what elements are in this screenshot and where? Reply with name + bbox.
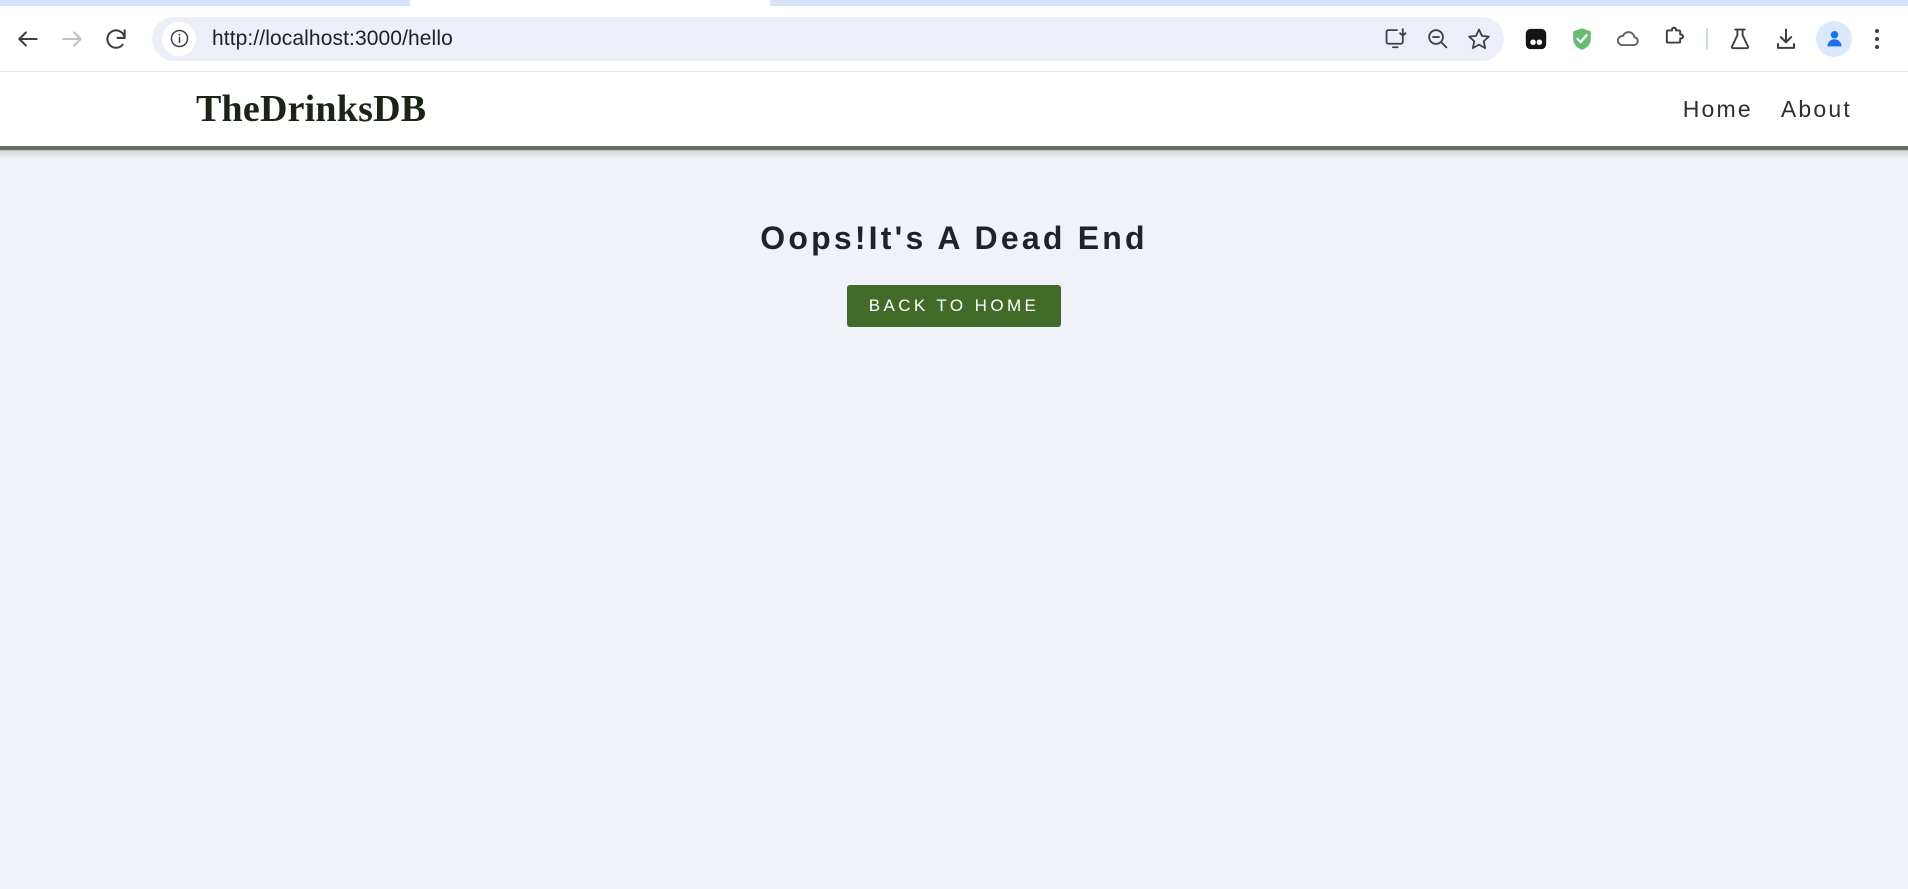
nav-link-about[interactable]: About [1781,96,1852,123]
zoom-out-button[interactable] [1416,18,1458,60]
chrome-labs-flask-icon [1730,28,1750,49]
back-button[interactable] [6,17,50,61]
zoom-out-icon [1427,29,1447,49]
browser-window: http://localhost:3000/hello TheDrinksDB … [0,0,1908,889]
chrome-menu-button[interactable] [1860,17,1894,61]
site-brand[interactable]: TheDrinksDB [196,90,426,128]
forward-button[interactable] [50,17,94,61]
extension-area [1514,17,1894,61]
address-bar-actions [1374,17,1504,61]
adguard-shield-icon [1573,27,1591,50]
extension-dark-square-icon [1525,28,1547,49]
chrome-labs-button[interactable] [1718,17,1762,61]
back-to-home-button[interactable]: Back To Home [846,285,1062,327]
menu-dot [1875,44,1879,49]
nav-link-home[interactable]: Home [1683,96,1753,123]
page-viewport: TheDrinksDB Home About Oops!It's A Dead … [0,72,1908,889]
extension-dark-square-button[interactable] [1514,17,1558,61]
menu-dot [1875,28,1879,33]
menu-dot [1875,36,1879,41]
adguard-shield-button[interactable] [1560,17,1604,61]
downloads-button[interactable] [1764,17,1808,61]
profile-avatar-icon [1826,31,1842,47]
cloud-icon [1616,30,1639,46]
error-heading: Oops!It's A Dead End [760,220,1148,256]
cloud-extension-button[interactable] [1606,17,1650,61]
site-info-button[interactable] [162,21,196,56]
puzzle-extensions-icon [1665,26,1684,44]
page-content: Oops!It's A Dead End Back To Home [0,150,1908,889]
address-bar-url: http://localhost:3000/hello [212,26,453,50]
install-app-icon [1385,28,1406,49]
reload-icon [106,28,126,49]
bookmark-button[interactable] [1458,18,1500,60]
address-bar[interactable]: http://localhost:3000/hello [152,16,1504,61]
site-navigation: Home About [1683,96,1852,123]
browser-toolbar: http://localhost:3000/hello [0,6,1908,72]
extensions-button[interactable] [1652,17,1696,61]
reload-button[interactable] [94,17,138,61]
profile-avatar-button[interactable] [1816,20,1852,57]
downloads-icon [1776,28,1796,49]
site-header: TheDrinksDB Home About [0,72,1908,159]
bookmark-star-icon [1468,28,1490,49]
install-app-button[interactable] [1374,18,1416,60]
info-circle-icon [170,29,188,48]
back-arrow-icon [18,30,38,47]
forward-arrow-icon [62,30,82,47]
toolbar-divider [1706,27,1708,50]
